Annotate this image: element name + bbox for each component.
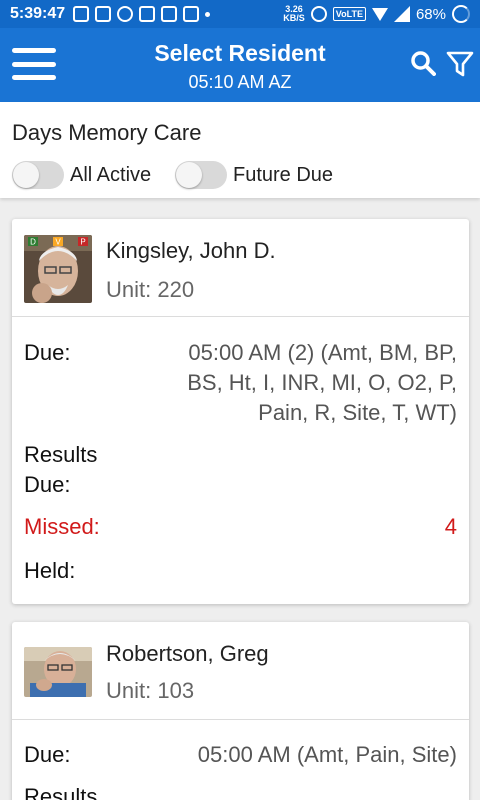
alarm-icon [310,6,327,22]
notification-icon [95,6,112,22]
status-bar: 5:39:47 3.26 KB/S VoLTE 68% [0,0,480,28]
battery-percent: 68% [415,5,446,23]
resident-name: Kingsley, John D. [106,238,276,263]
missed-label: Missed: [24,514,100,539]
resident-unit: Unit: 103 [106,678,195,703]
wifi-icon [371,7,388,21]
search-icon[interactable] [410,50,436,76]
notification-icons [73,6,211,22]
signal-icon [393,6,410,22]
facility-header: Days Memory Care All Active Future Due [0,102,480,198]
network-speed-unit: KB/S [283,13,305,23]
due-label: Due: [24,340,71,365]
notification-icon [139,6,156,22]
held-label: Held: [24,558,76,583]
battery-icon [452,5,470,23]
volte-badge: VoLTE [332,7,366,21]
system-icons: 3.26 KB/S VoLTE 68% [283,5,470,23]
all-active-toggle[interactable] [12,161,64,189]
notification-icon [117,6,134,22]
filter-icon[interactable] [446,50,474,78]
more-notifications-dot-icon [205,11,211,17]
resident-avatar [24,647,92,697]
results-due-label: Due: [24,472,71,497]
due-value-line-2: BS, Ht, I, INR, MI, O, O2, P, [187,370,457,395]
results-label: Results [24,442,98,467]
due-value-line-3: Pain, R, Site, T, WT) [258,400,457,425]
status-time: 5:39:47 [10,5,66,22]
badge-v-text: V [55,238,61,247]
resident-card-header: D V P Kingsley, John D. Unit: 220 [12,219,469,317]
due-value: 05:00 AM (Amt, Pain, Site) [197,742,457,767]
resident-unit: Unit: 220 [106,277,195,302]
badge-p-text: P [80,238,85,247]
page-title: Select Resident [154,40,326,66]
notification-icon [73,6,90,22]
all-active-label: All Active [70,164,152,186]
resident-card[interactable]: D V P Kingsley, John D. Unit: 220 Due: 0… [12,219,469,604]
future-due-label: Future Due [233,164,334,186]
due-value-line-1: 05:00 AM (2) (Amt, BM, BP, [188,340,457,365]
missed-count: 4 [444,514,457,539]
future-due-toggle[interactable] [175,161,227,189]
notification-icon [183,6,200,22]
resident-card-header: Robertson, Greg Unit: 103 [12,622,469,720]
app-bar: Select Resident 05:10 AM AZ [0,28,480,102]
network-speed: 3.26 KB/S [283,5,305,23]
notification-icon [161,6,178,22]
resident-card[interactable]: Robertson, Greg Unit: 103 Due: 05:00 AM … [12,622,469,800]
current-time: 05:10 AM AZ [188,72,292,92]
badge-d-text: D [30,238,36,247]
resident-avatar: D V P [24,235,92,303]
resident-name: Robertson, Greg [106,641,269,666]
due-label: Due: [24,742,71,767]
results-label: Results [24,784,98,800]
facility-name: Days Memory Care [12,120,202,145]
